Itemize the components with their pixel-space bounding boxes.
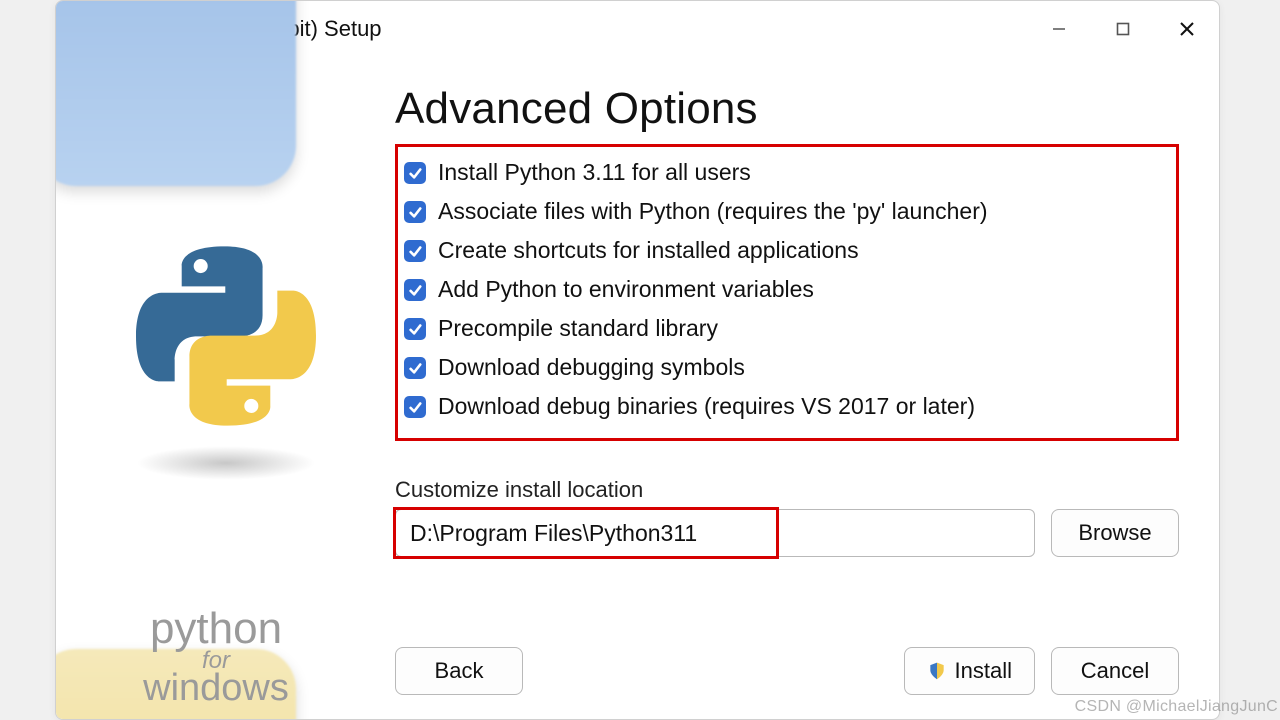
- option-download-debug-symbols[interactable]: Download debugging symbols: [402, 348, 1166, 387]
- back-button[interactable]: Back: [395, 647, 523, 695]
- option-label: Add Python to environment variables: [438, 276, 814, 303]
- page-heading: Advanced Options: [395, 84, 1179, 134]
- options-group-highlighted: Install Python 3.11 for all users Associ…: [395, 144, 1179, 441]
- install-button-label: Install: [955, 658, 1012, 684]
- back-button-label: Back: [435, 658, 484, 684]
- option-install-all-users[interactable]: Install Python 3.11 for all users: [402, 153, 1166, 192]
- checkbox-icon: [404, 318, 426, 340]
- close-button[interactable]: [1155, 1, 1219, 56]
- cancel-button-label: Cancel: [1081, 658, 1149, 684]
- checkbox-icon: [404, 201, 426, 223]
- option-label: Precompile standard library: [438, 315, 718, 342]
- decorative-blob-top: [55, 0, 296, 186]
- option-download-debug-binaries[interactable]: Download debug binaries (requires VS 201…: [402, 387, 1166, 426]
- option-label: Create shortcuts for installed applicati…: [438, 237, 859, 264]
- option-associate-files[interactable]: Associate files with Python (requires th…: [402, 192, 1166, 231]
- checkbox-icon: [404, 357, 426, 379]
- option-label: Download debugging symbols: [438, 354, 745, 381]
- checkbox-icon: [404, 240, 426, 262]
- option-label: Download debug binaries (requires VS 201…: [438, 393, 975, 420]
- install-location-wrap: [395, 509, 1035, 557]
- browse-button[interactable]: Browse: [1051, 509, 1179, 557]
- option-label: Associate files with Python (requires th…: [438, 198, 988, 225]
- sidebar-caption: python for windows: [96, 606, 336, 709]
- footer: Back Install Cancel: [395, 619, 1179, 695]
- sidebar-line3: windows: [96, 669, 336, 709]
- install-location-label: Customize install location: [395, 477, 1179, 503]
- cancel-button[interactable]: Cancel: [1051, 647, 1179, 695]
- install-button[interactable]: Install: [904, 647, 1035, 695]
- watermark-text: CSDN @MichaelJiangJunC: [1067, 694, 1280, 720]
- checkbox-icon: [404, 396, 426, 418]
- checkbox-icon: [404, 279, 426, 301]
- logo-shadow: [136, 446, 316, 480]
- option-label: Install Python 3.11 for all users: [438, 159, 751, 186]
- install-location-input[interactable]: [395, 509, 1035, 557]
- main-panel: Advanced Options Install Python 3.11 for…: [381, 56, 1219, 719]
- option-add-to-path[interactable]: Add Python to environment variables: [402, 270, 1166, 309]
- checkbox-icon: [404, 162, 426, 184]
- installer-window: Python 3.11.3 (64-bit) Setup python for …: [55, 0, 1220, 720]
- python-logo-icon: [136, 246, 316, 426]
- sidebar: python for windows: [56, 56, 381, 719]
- maximize-button[interactable]: [1091, 1, 1155, 56]
- sidebar-line1: python: [96, 606, 336, 652]
- option-precompile-stdlib[interactable]: Precompile standard library: [402, 309, 1166, 348]
- uac-shield-icon: [927, 661, 947, 681]
- minimize-button[interactable]: [1027, 1, 1091, 56]
- option-create-shortcuts[interactable]: Create shortcuts for installed applicati…: [402, 231, 1166, 270]
- browse-button-label: Browse: [1078, 520, 1151, 546]
